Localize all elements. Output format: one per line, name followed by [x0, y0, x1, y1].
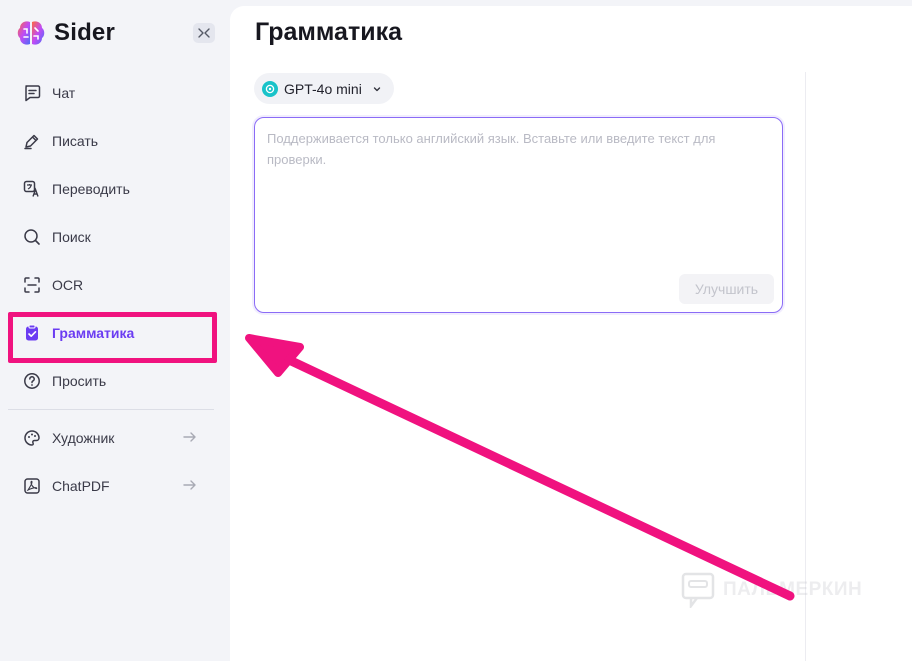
sidebar-item-label: ChatPDF: [52, 478, 110, 494]
ocr-scan-icon: [22, 275, 42, 295]
sidebar-item-label: Просить: [52, 373, 107, 389]
collapse-chevrons-icon: [198, 28, 210, 38]
sidebar-item-label: Переводить: [52, 181, 130, 197]
sidebar-item-ocr[interactable]: OCR: [10, 261, 214, 309]
sidebar-item-label: Чат: [52, 85, 76, 101]
watermark-text: ПАЛЬМЕРКИН: [723, 579, 863, 600]
input-placeholder: Поддерживается только английский язык. В…: [267, 131, 716, 167]
sider-brain-logo-icon: [17, 21, 45, 45]
sidebar-item-write[interactable]: Писать: [10, 117, 214, 165]
pen-icon: [22, 131, 42, 151]
improve-button[interactable]: Улучшить: [679, 274, 774, 304]
pdf-icon: [22, 476, 42, 496]
palette-icon: [22, 428, 42, 448]
brand[interactable]: Sider: [16, 18, 115, 48]
translate-icon: [22, 179, 42, 199]
arrow-right-icon: [183, 480, 196, 490]
openai-model-icon: [262, 80, 278, 97]
sidebar: Sider Чат Писать Переводить Поиск OCR Гр…: [0, 0, 230, 661]
sidebar-item-ask[interactable]: Просить: [10, 357, 214, 405]
watermark: ПАЛЬМЕРКИН: [681, 572, 862, 608]
sidebar-item-chatpdf[interactable]: ChatPDF: [10, 462, 214, 510]
model-name: GPT-4o mini: [284, 80, 362, 97]
annotation-highlight-box: [8, 312, 217, 363]
sidebar-divider: [8, 409, 214, 410]
model-selector[interactable]: GPT-4o mini: [254, 73, 394, 104]
search-icon: [22, 227, 42, 247]
chat-icon: [22, 83, 42, 103]
sidebar-item-label: Художник: [52, 430, 115, 446]
grammar-text-input[interactable]: Поддерживается только английский язык. В…: [254, 117, 783, 313]
page-title: Грамматика: [255, 18, 402, 46]
collapse-sidebar-button[interactable]: [193, 23, 215, 43]
chevron-down-icon: [373, 86, 381, 91]
sidebar-item-chat[interactable]: Чат: [10, 69, 214, 117]
brand-name: Sider: [54, 19, 116, 46]
sidebar-item-translate[interactable]: Переводить: [10, 165, 214, 213]
app-window: Sider Чат Писать Переводить Поиск OCR Гр…: [0, 0, 912, 661]
arrow-right-icon: [183, 432, 196, 442]
sidebar-item-artist[interactable]: Художник: [10, 414, 214, 462]
sidebar-tools: Художник ChatPDF: [10, 414, 214, 510]
watermark-logo-icon: [681, 572, 715, 608]
main-panel: Грамматика GPT-4o mini Поддерживается то…: [230, 6, 912, 661]
sidebar-item-label: Поиск: [52, 229, 91, 245]
sidebar-item-label: Писать: [52, 133, 99, 149]
help-icon: [22, 371, 42, 391]
sidebar-item-label: OCR: [52, 277, 84, 293]
sidebar-item-search[interactable]: Поиск: [10, 213, 214, 261]
